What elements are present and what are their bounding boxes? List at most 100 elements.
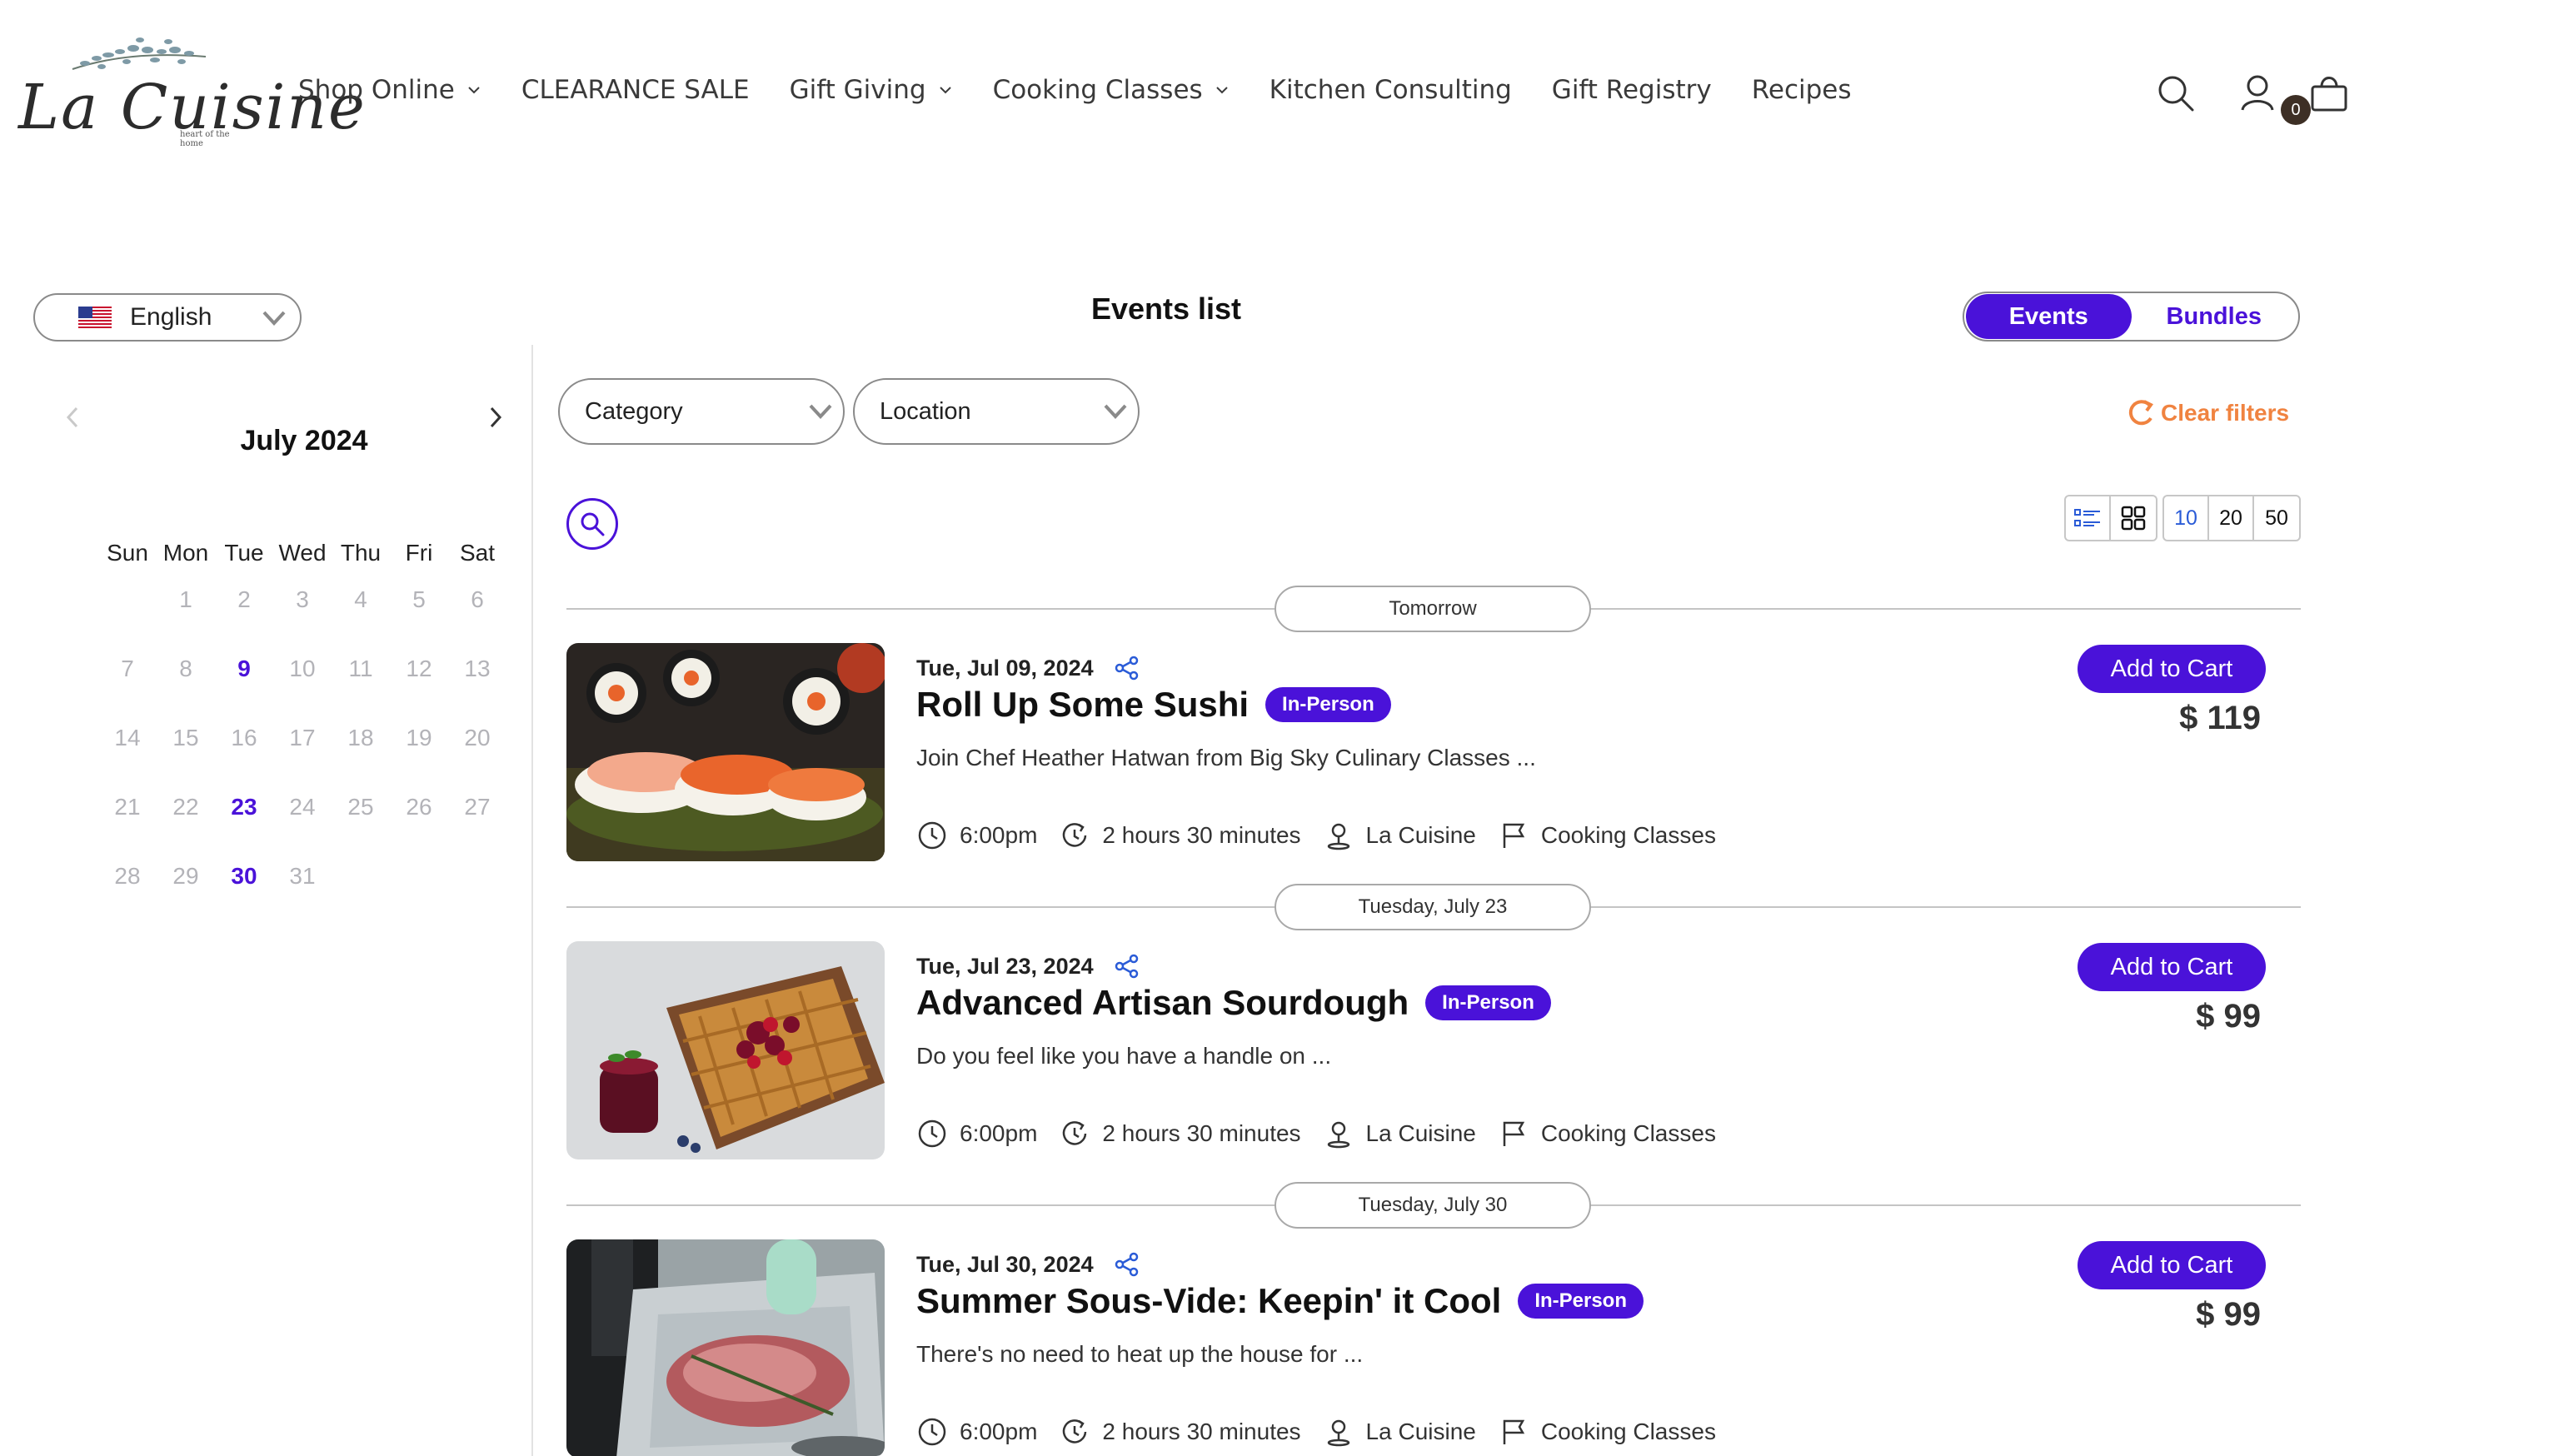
calendar-day[interactable]: 29 bbox=[157, 863, 215, 932]
add-to-cart-button[interactable]: Add to Cart bbox=[2078, 1241, 2266, 1289]
calendar-weekday-row: Sun Mon Tue Wed Thu Fri Sat bbox=[98, 540, 506, 586]
calendar-day[interactable]: 24 bbox=[273, 794, 332, 863]
calendar-day[interactable]: 27 bbox=[448, 794, 506, 863]
calendar-day[interactable]: 4 bbox=[332, 586, 390, 656]
sidebar-divider bbox=[531, 345, 533, 1456]
event-title[interactable]: Summer Sous-Vide: Keepin' it Cool In-Per… bbox=[916, 1281, 1644, 1321]
calendar-day[interactable]: 26 bbox=[390, 794, 448, 863]
calendar-day[interactable]: 15 bbox=[157, 725, 215, 794]
calendar-day[interactable]: 25 bbox=[332, 794, 390, 863]
calendar-weekday: Wed bbox=[278, 540, 327, 566]
event-image-sushi[interactable] bbox=[566, 643, 885, 861]
nav-clearance-sale[interactable]: CLEARANCE SALE bbox=[521, 75, 750, 105]
calendar-day[interactable]: 3 bbox=[273, 586, 332, 656]
chevron-down-icon bbox=[939, 87, 951, 94]
nav-gift-registry[interactable]: Gift Registry bbox=[1552, 75, 1712, 105]
calendar-day[interactable]: 6 bbox=[448, 586, 506, 656]
calendar-weekday: Mon bbox=[162, 540, 209, 566]
calendar-day[interactable]: 31 bbox=[273, 863, 332, 932]
page-size-20[interactable]: 20 bbox=[2209, 496, 2254, 540]
sous-vide-photo bbox=[566, 1239, 885, 1456]
tab-bundles[interactable]: Bundles bbox=[2132, 294, 2297, 339]
calendar-day[interactable]: 8 bbox=[157, 656, 215, 725]
calendar-day[interactable]: 1 bbox=[157, 586, 215, 656]
event-price: $ 99 bbox=[2196, 1296, 2261, 1333]
event-image-sous-vide[interactable] bbox=[566, 1239, 885, 1456]
event-category: Cooking Classes bbox=[1540, 1419, 1716, 1444]
share-icon[interactable] bbox=[1114, 953, 1140, 980]
add-to-cart-button[interactable]: Add to Cart bbox=[2078, 943, 2266, 991]
nav-gift-giving[interactable]: Gift Giving bbox=[790, 75, 953, 105]
location-filter-select[interactable]: Location bbox=[853, 378, 1140, 445]
language-select[interactable]: English bbox=[33, 293, 302, 342]
cart-icon[interactable] bbox=[2307, 72, 2351, 115]
clock-icon bbox=[918, 1418, 946, 1446]
search-events-button[interactable] bbox=[566, 498, 618, 550]
calendar-day[interactable]: 11 bbox=[332, 656, 390, 725]
category-filter-label: Category bbox=[585, 397, 683, 425]
calendar-week-row: 123456 bbox=[98, 586, 506, 656]
search-icon[interactable] bbox=[2154, 72, 2197, 115]
calendar-day[interactable]: 16 bbox=[215, 725, 273, 794]
calendar-day[interactable]: 18 bbox=[332, 725, 390, 794]
tab-events[interactable]: Events bbox=[1966, 294, 2132, 339]
nav-cooking-classes[interactable]: Cooking Classes bbox=[993, 75, 1230, 105]
calendar-day[interactable]: 10 bbox=[273, 656, 332, 725]
calendar-day[interactable]: 22 bbox=[157, 794, 215, 863]
calendar-day[interactable]: 21 bbox=[98, 794, 157, 863]
chevron-down-icon bbox=[1104, 404, 1127, 419]
list-view-button[interactable] bbox=[2066, 496, 2111, 540]
calendar-prev-button[interactable] bbox=[60, 405, 85, 430]
event-time: 6:00pm bbox=[960, 1419, 1038, 1444]
calendar-day[interactable]: 12 bbox=[390, 656, 448, 725]
duration-icon bbox=[1063, 1419, 1087, 1444]
calendar-day[interactable]: 28 bbox=[98, 863, 157, 932]
us-flag-icon bbox=[78, 307, 112, 328]
location-pin-icon bbox=[1327, 1419, 1349, 1447]
event-title-text: Advanced Artisan Sourdough bbox=[916, 983, 1409, 1022]
calendar-next-button[interactable] bbox=[483, 405, 508, 430]
nav-shop-online[interactable]: Shop Online bbox=[298, 75, 481, 105]
calendar-day[interactable]: 5 bbox=[390, 586, 448, 656]
brand-tagline: heart of the home bbox=[180, 130, 230, 148]
calendar-empty-cell bbox=[448, 863, 506, 932]
nav-recipes[interactable]: Recipes bbox=[1752, 75, 1852, 105]
calendar-day[interactable]: 23 bbox=[215, 794, 273, 863]
grid-view-button[interactable] bbox=[2111, 496, 2156, 540]
account-icon[interactable] bbox=[2236, 72, 2279, 115]
brand-logo[interactable]: La Cuisine heart of the home bbox=[18, 32, 365, 148]
calendar-day[interactable]: 17 bbox=[273, 725, 332, 794]
calendar-day[interactable]: 7 bbox=[98, 656, 157, 725]
share-icon[interactable] bbox=[1114, 1251, 1140, 1278]
calendar-day[interactable]: 13 bbox=[448, 656, 506, 725]
nav-kitchen-consulting[interactable]: Kitchen Consulting bbox=[1270, 75, 1512, 105]
calendar-day[interactable]: 14 bbox=[98, 725, 157, 794]
calendar-day[interactable]: 20 bbox=[448, 725, 506, 794]
event-category: Cooking Classes bbox=[1540, 822, 1716, 848]
add-to-cart-button[interactable]: Add to Cart bbox=[2078, 645, 2266, 693]
page-size-50[interactable]: 50 bbox=[2254, 496, 2299, 540]
event-meta: 6:00pm 2 hours 30 minutes La Cuisine Coo… bbox=[916, 820, 1738, 851]
location-pin-icon bbox=[1327, 823, 1349, 850]
calendar-day[interactable]: 30 bbox=[215, 863, 273, 932]
category-filter-select[interactable]: Category bbox=[558, 378, 845, 445]
event-image-waffles[interactable] bbox=[566, 941, 885, 1159]
event-title[interactable]: Roll Up Some Sushi In-Person bbox=[916, 685, 1391, 725]
calendar-day[interactable]: 2 bbox=[215, 586, 273, 656]
event-location: La Cuisine bbox=[1365, 1419, 1476, 1444]
date-group-label: Tuesday, July 30 bbox=[1274, 1182, 1591, 1229]
event-description: There's no need to heat up the house for… bbox=[916, 1341, 1364, 1367]
calendar-week-row: 14 15 16 17 18 19 20 bbox=[98, 725, 506, 794]
calendar-day[interactable]: 19 bbox=[390, 725, 448, 794]
clear-filters-button[interactable]: Clear filters bbox=[2124, 396, 2289, 430]
page-size-10[interactable]: 10 bbox=[2164, 496, 2209, 540]
event-category: Cooking Classes bbox=[1540, 1120, 1716, 1146]
share-icon[interactable] bbox=[1114, 655, 1140, 681]
date-group-label: Tuesday, July 23 bbox=[1274, 884, 1591, 930]
nav-label: Shop Online bbox=[298, 75, 455, 105]
calendar-weekday: Thu bbox=[340, 540, 382, 566]
event-title[interactable]: Advanced Artisan Sourdough In-Person bbox=[916, 983, 1551, 1023]
sushi-photo bbox=[566, 643, 885, 861]
calendar-grid: Sun Mon Tue Wed Thu Fri Sat 1 2 3 4 5 6 7 8 9 10 11 12 13 1… bbox=[98, 540, 506, 932]
calendar-day[interactable]: 9 bbox=[215, 656, 273, 725]
